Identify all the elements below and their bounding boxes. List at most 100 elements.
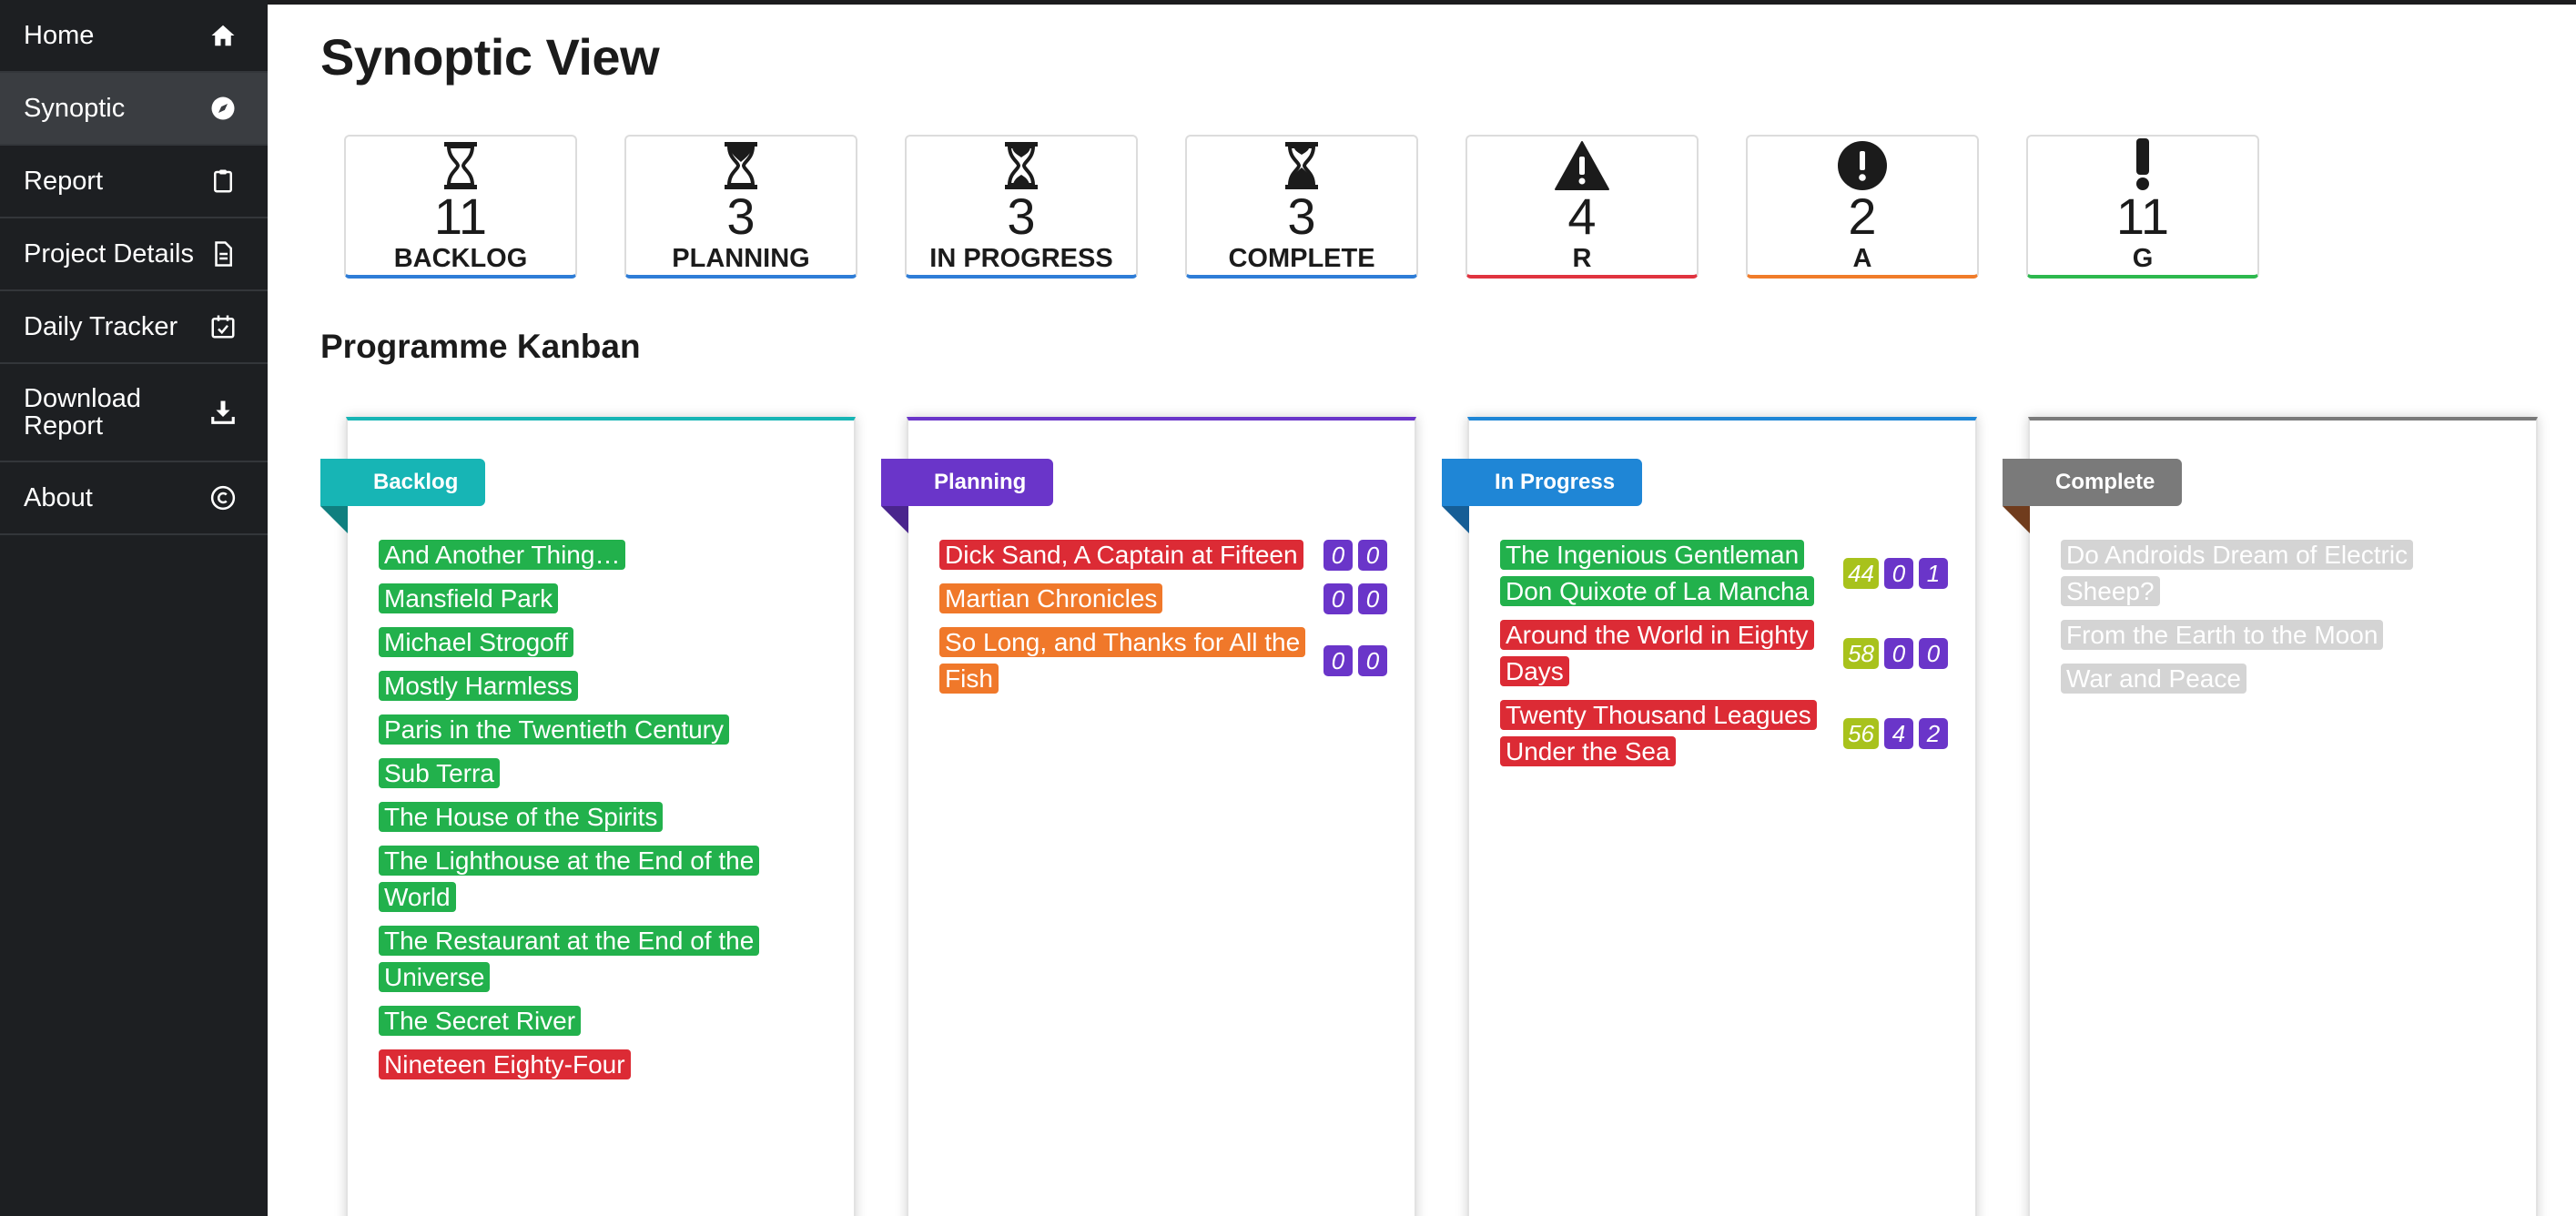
kanban-item-title[interactable]: Around the World in Eighty Days [1500, 617, 1832, 690]
kanban-column-complete: Complete Do Androids Dream of Electric S… [2003, 417, 2538, 1216]
kanban-item-title[interactable]: Paris in the Twentieth Century [379, 712, 730, 748]
hourglass-start-icon [626, 137, 856, 191]
kanban-item[interactable]: Do Androids Dream of Electric Sheep? [2061, 537, 2509, 610]
stat-card-in-progress[interactable]: 3 IN PROGRESS [905, 135, 1138, 279]
stat-label: R [1572, 244, 1592, 273]
kanban-item[interactable]: Dick Sand, A Captain at Fifteen 0 0 [939, 537, 1387, 573]
kanban-item[interactable]: And Another Thing… [379, 537, 827, 573]
sidebar-item-about[interactable]: About [0, 462, 268, 535]
kanban-item-label: Sub Terra [379, 758, 500, 788]
kanban-item[interactable]: The Lighthouse at the End of the World [379, 843, 827, 916]
sidebar-item-label: Daily Tracker [24, 312, 178, 341]
page-title: Synoptic View [320, 28, 660, 86]
stat-card-complete[interactable]: 3 COMPLETE [1185, 135, 1418, 279]
stat-count: 2 [1848, 187, 1877, 245]
count-badge: 4 [1884, 718, 1913, 749]
kanban-item-title[interactable]: So Long, and Thanks for All the Fish [939, 624, 1313, 697]
stat-card-amber[interactable]: 2 A [1746, 135, 1979, 279]
kanban-column-backlog: Backlog And Another Thing… Mansfield Park… [320, 417, 856, 1216]
kanban-item[interactable]: Mansfield Park [379, 581, 827, 617]
column-header: Planning [881, 459, 1054, 506]
kanban-item[interactable]: Martian Chronicles 0 0 [939, 581, 1387, 617]
kanban-item-label: Do Androids Dream of Electric Sheep? [2061, 540, 2414, 606]
kanban-item-label: War and Peace [2061, 664, 2246, 694]
kanban-item-title[interactable]: Mostly Harmless [379, 668, 578, 704]
sidebar-item-report[interactable]: Report [0, 146, 268, 218]
main-content: Synoptic View 11 BACKLOG 3 PLANNING 3 IN… [268, 0, 2576, 1216]
kanban-item-title[interactable]: The Ingenious Gentleman Don Quixote of L… [1500, 537, 1832, 610]
stat-card-green[interactable]: 11 G [2026, 135, 2259, 279]
stat-label: BACKLOG [393, 244, 528, 273]
stat-count: 11 [2115, 187, 2170, 245]
kanban-title: Programme Kanban [320, 328, 641, 365]
kanban-item[interactable]: War and Peace [2061, 661, 2509, 697]
stat-count: 3 [726, 187, 756, 245]
kanban-item-label: Paris in the Twentieth Century [379, 714, 730, 745]
kanban-item[interactable]: So Long, and Thanks for All the Fish 0 0 [939, 624, 1387, 697]
count-badge: 0 [1358, 583, 1387, 614]
kanban-item-label: Michael Strogoff [379, 627, 573, 657]
kanban-item-title[interactable]: Sub Terra [379, 755, 500, 792]
column-header: Complete [2003, 459, 2183, 506]
kanban-item-title[interactable]: War and Peace [2061, 661, 2246, 697]
kanban-item-title[interactable]: The Restaurant at the End of the Univers… [379, 923, 761, 996]
count-badge: 0 [1358, 645, 1387, 676]
kanban-item[interactable]: The House of the Spirits [379, 799, 827, 836]
kanban-item-label: The Lighthouse at the End of the World [379, 846, 760, 912]
kanban-column-planning: Planning Dick Sand, A Captain at Fifteen… [881, 417, 1416, 1216]
count-badge: 0 [1884, 638, 1913, 669]
kanban-item-title[interactable]: Do Androids Dream of Electric Sheep? [2061, 537, 2443, 610]
kanban-item-badges: 44 0 1 [1832, 558, 1948, 589]
sidebar-item-synoptic[interactable]: Synoptic [0, 73, 268, 146]
kanban-item-title[interactable]: Nineteen Eighty-Four [379, 1047, 631, 1083]
exclamation-circle-icon [1748, 137, 1977, 191]
clipboard-icon [209, 167, 237, 195]
kanban-item-title[interactable]: The Lighthouse at the End of the World [379, 843, 761, 916]
column-items: Do Androids Dream of Electric Sheep? From… [2061, 537, 2509, 704]
sidebar-item-download-report[interactable]: Download Report [0, 364, 268, 462]
exclamation-icon [2028, 137, 2257, 191]
kanban-item[interactable]: Twenty Thousand Leagues Under the Sea 56 4… [1500, 697, 1948, 770]
sidebar-item-label: About [24, 483, 93, 512]
calendar-check-icon [209, 313, 237, 340]
kanban-item[interactable]: The Restaurant at the End of the Univers… [379, 923, 827, 996]
kanban-item-label: The Restaurant at the End of the Univers… [379, 926, 760, 992]
column-items: Dick Sand, A Captain at Fifteen 0 0 Martian… [939, 537, 1387, 704]
stat-card-backlog[interactable]: 11 BACKLOG [344, 135, 577, 279]
kanban-item[interactable]: From the Earth to the Moon [2061, 617, 2509, 654]
sidebar-item-label: Synoptic [24, 94, 126, 123]
kanban-item-title[interactable]: Twenty Thousand Leagues Under the Sea [1500, 697, 1832, 770]
count-badge: 0 [1358, 540, 1387, 571]
kanban-item-title[interactable]: The House of the Spirits [379, 799, 664, 836]
kanban-item[interactable]: Around the World in Eighty Days 58 0 0 [1500, 617, 1948, 690]
kanban-item[interactable]: Michael Strogoff [379, 624, 827, 661]
sidebar-item-project-details[interactable]: Project Details [0, 218, 268, 291]
kanban-item[interactable]: Paris in the Twentieth Century [379, 712, 827, 748]
kanban-item[interactable]: The Secret River [379, 1003, 827, 1039]
stat-card-red[interactable]: 4 R [1465, 135, 1699, 279]
count-badge: 0 [1323, 583, 1353, 614]
sidebar-item-home[interactable]: Home [0, 0, 268, 73]
kanban-item[interactable]: Mostly Harmless [379, 668, 827, 704]
kanban-item-badges: 58 0 0 [1832, 638, 1948, 669]
hourglass-empty-icon [346, 137, 575, 191]
stat-card-planning[interactable]: 3 PLANNING [624, 135, 857, 279]
kanban-item-title[interactable]: And Another Thing… [379, 537, 626, 573]
kanban-item-title[interactable]: The Secret River [379, 1003, 582, 1039]
sidebar-item-label: Report [24, 167, 104, 196]
count-badge: 0 [1323, 540, 1353, 571]
kanban-item-title[interactable]: Michael Strogoff [379, 624, 573, 661]
kanban-item-title[interactable]: Martian Chronicles [939, 581, 1163, 617]
kanban-item[interactable]: The Ingenious Gentleman Don Quixote of L… [1500, 537, 1948, 610]
download-icon [209, 399, 237, 426]
kanban-item-label: Nineteen Eighty-Four [379, 1049, 631, 1079]
kanban-item-title[interactable]: Mansfield Park [379, 581, 559, 617]
kanban-item[interactable]: Nineteen Eighty-Four [379, 1047, 827, 1083]
count-badge: 2 [1919, 718, 1948, 749]
kanban-item-title[interactable]: Dick Sand, A Captain at Fifteen [939, 537, 1303, 573]
document-icon [209, 240, 237, 268]
kanban-item-title[interactable]: From the Earth to the Moon [2061, 617, 2384, 654]
sidebar-item-daily-tracker[interactable]: Daily Tracker [0, 291, 268, 364]
hourglass-half-icon [907, 137, 1136, 191]
kanban-item[interactable]: Sub Terra [379, 755, 827, 792]
